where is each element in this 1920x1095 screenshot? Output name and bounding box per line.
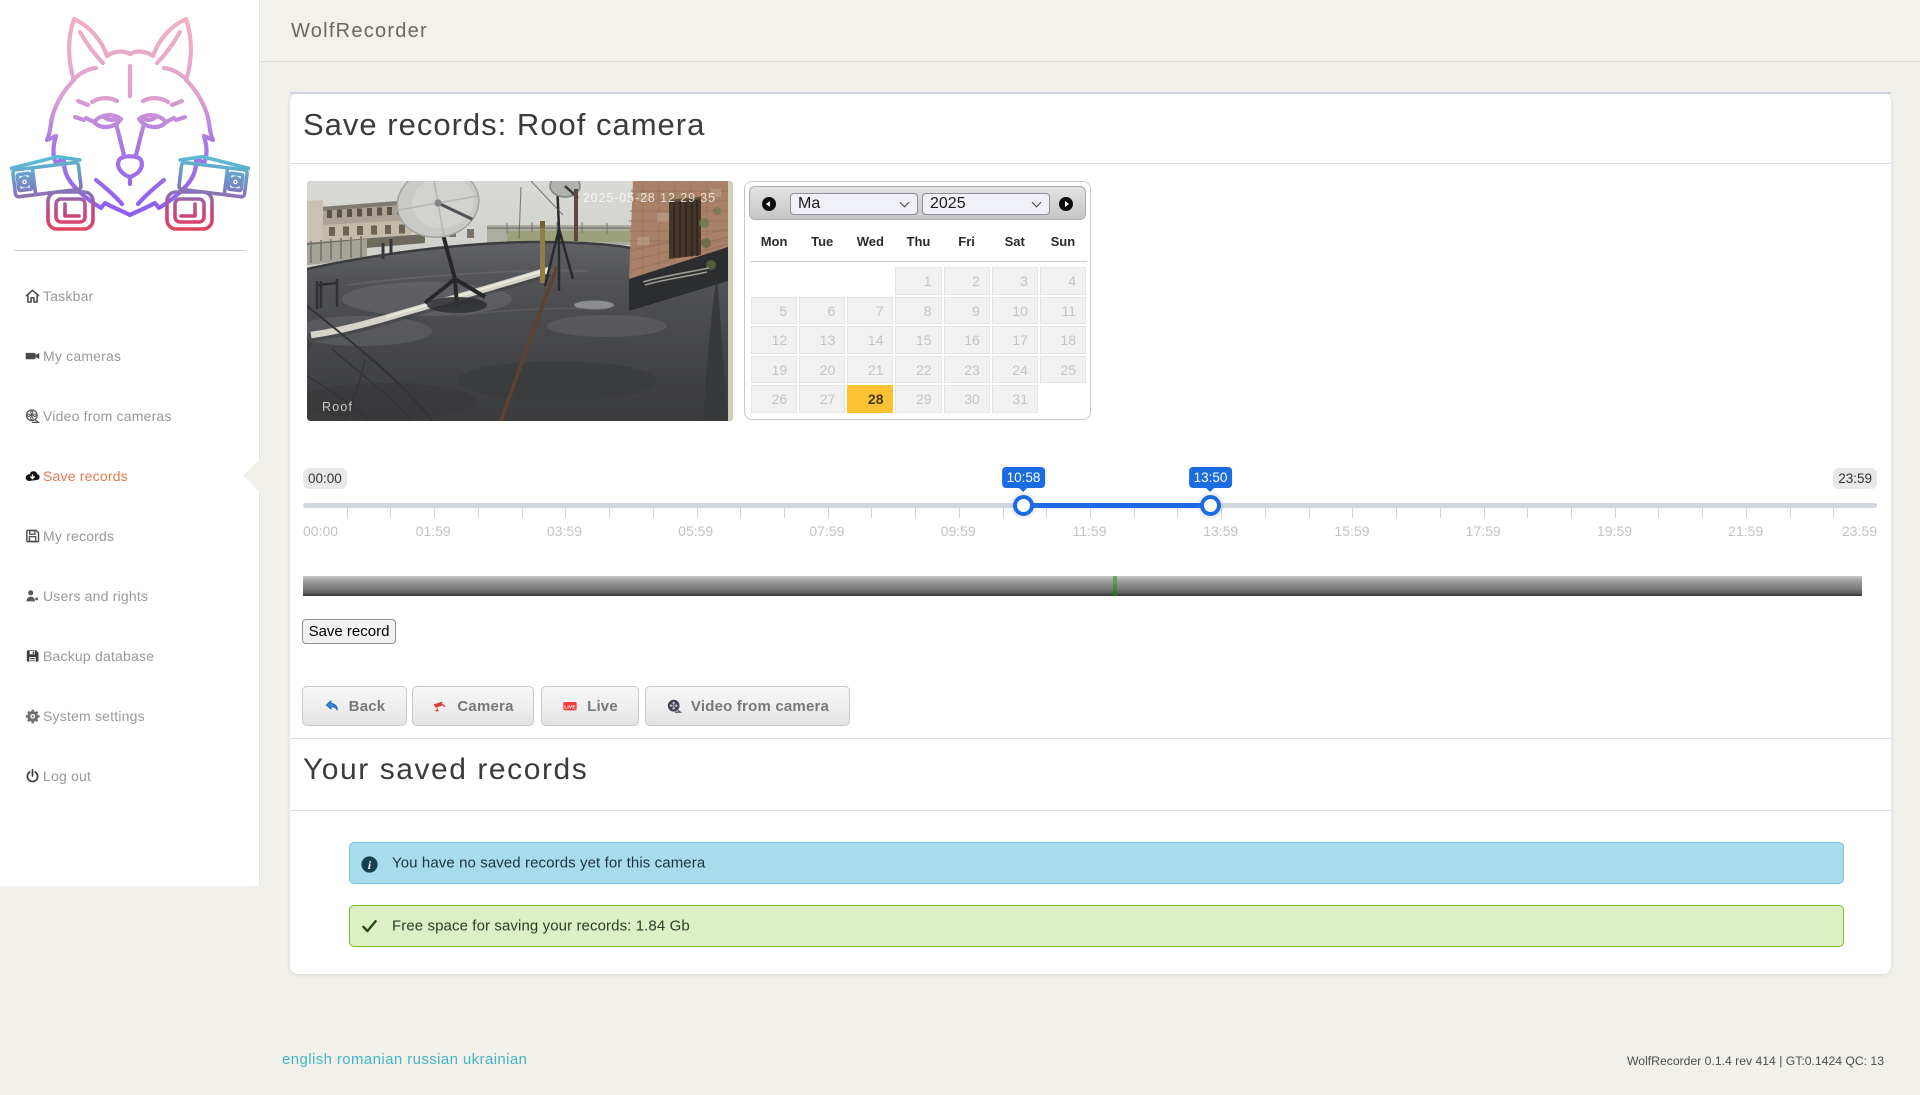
svg-text:Roof: Roof bbox=[322, 400, 353, 414]
svg-text:2025-05-28 12 29 35: 2025-05-28 12 29 35 bbox=[583, 191, 716, 205]
svg-text:LIVE: LIVE bbox=[564, 704, 576, 710]
